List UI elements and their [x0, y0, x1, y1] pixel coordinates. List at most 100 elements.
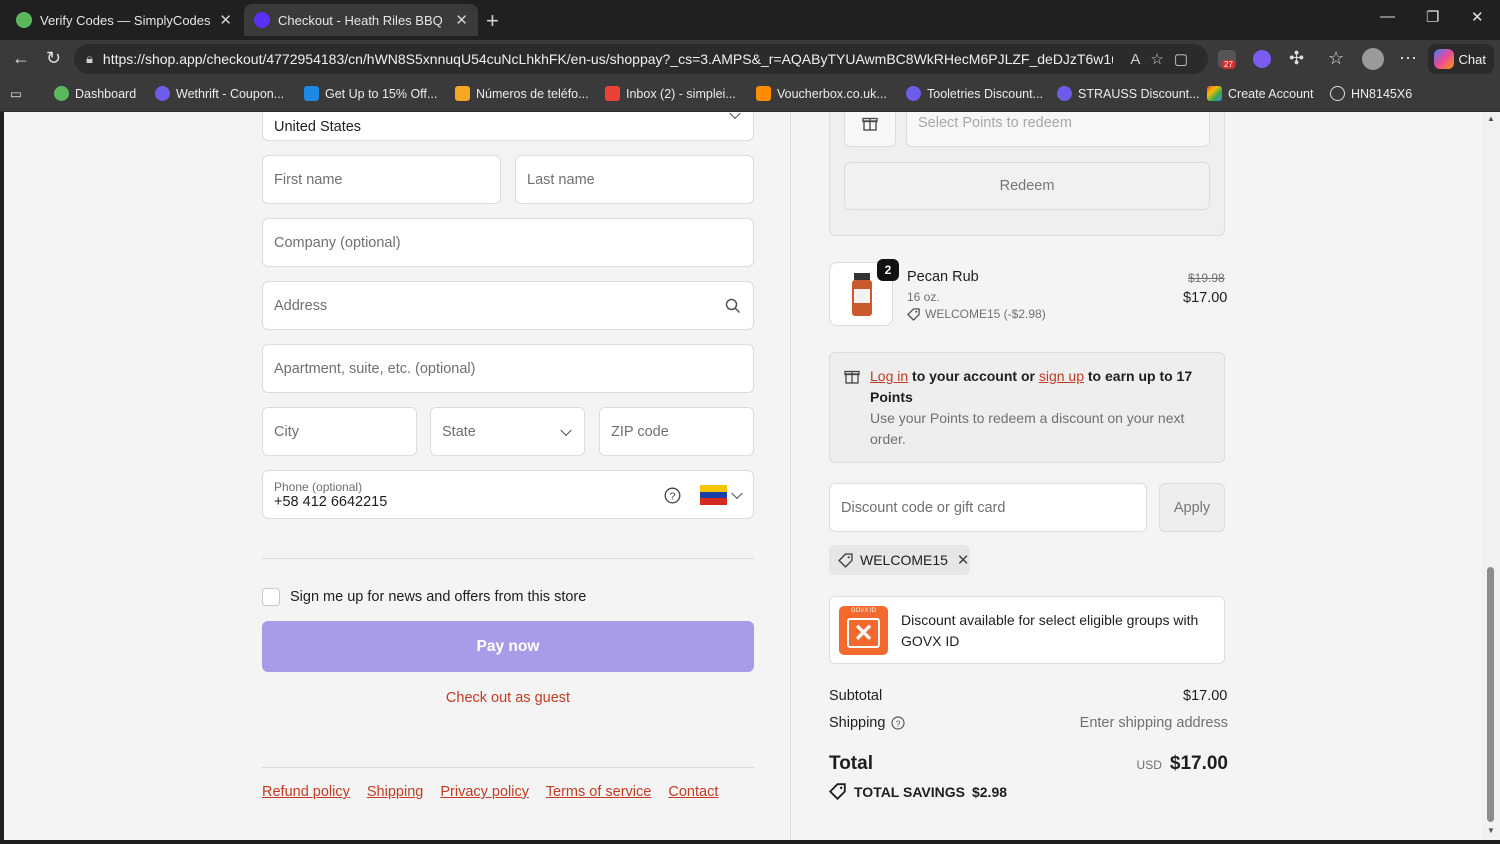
bookmark-get-up-to[interactable]: Get Up to 15% Off...	[304, 86, 437, 101]
last-name-placeholder: Last name	[527, 171, 595, 188]
bookmark-wethrift[interactable]: Wethrift - Coupon...	[155, 86, 284, 101]
svg-text:?: ?	[896, 718, 901, 728]
bookmark-tooletries[interactable]: Tooletries Discount...	[906, 86, 1043, 101]
globe-icon	[1330, 86, 1345, 101]
last-name-input[interactable]: Last name	[515, 155, 754, 204]
applied-discount-chip: WELCOME15 ✕	[829, 545, 970, 575]
city-input[interactable]: City	[262, 407, 417, 456]
company-input[interactable]: Company (optional)	[262, 218, 754, 267]
terms-of-service-link[interactable]: Terms of service	[546, 784, 652, 800]
help-icon[interactable]: ?	[664, 487, 681, 504]
rewards-text: to your account or	[908, 368, 1039, 384]
zip-placeholder: ZIP code	[611, 423, 669, 440]
product-variant: 16 oz.	[907, 290, 940, 304]
product-discount-text: WELCOME15 (-$2.98)	[925, 307, 1046, 321]
bookmark-label: HN8145X6	[1351, 86, 1413, 101]
bookmark-inbox[interactable]: Inbox (2) - simplei...	[605, 86, 736, 101]
divider	[262, 558, 754, 559]
scroll-up-icon[interactable]: ▲	[1487, 114, 1495, 123]
bookmark-dashboard[interactable]: Dashboard	[54, 86, 136, 101]
divider	[262, 767, 754, 768]
redeem-button[interactable]: Redeem	[844, 162, 1210, 210]
rewards-banner: Log in to your account or sign up to ear…	[829, 352, 1225, 463]
contact-link[interactable]: Contact	[668, 784, 718, 800]
bookmark-icon	[455, 86, 470, 101]
extension-icon[interactable]	[1253, 50, 1271, 68]
bookmarks-bar: ▭ Dashboard Wethrift - Coupon... Get Up …	[0, 78, 1500, 112]
phone-input[interactable]: Phone (optional) +58 412 6642215 ?	[262, 470, 754, 519]
shipping-link[interactable]: Shipping	[367, 784, 423, 800]
product-price: $17.00	[1183, 290, 1228, 306]
venezuela-flag-icon[interactable]	[700, 485, 727, 505]
url-text[interactable]: https://shop.app/checkout/4772954183/cn/…	[103, 51, 1113, 67]
window-close-icon[interactable]: ✕	[1471, 8, 1484, 26]
chevron-down-icon[interactable]	[731, 487, 743, 499]
tab-simplycodes[interactable]: Verify Codes — SimplyCodes ✕	[6, 4, 242, 36]
login-link[interactable]: Log in	[870, 368, 908, 384]
new-tab-icon[interactable]: +	[486, 8, 499, 34]
minimize-icon[interactable]: —	[1380, 8, 1395, 25]
points-select[interactable]: Select Points to redeem	[906, 112, 1210, 147]
savings-label: TOTAL SAVINGS	[854, 783, 965, 800]
product-discount: WELCOME15 (-$2.98)	[907, 307, 1046, 321]
copilot-chat-button[interactable]: Chat	[1428, 44, 1494, 74]
refresh-icon[interactable]: ↻	[46, 48, 61, 69]
govx-x-icon: ✕	[847, 618, 880, 648]
guest-checkout-link[interactable]: Check out as guest	[262, 690, 754, 706]
tab-checkout[interactable]: Checkout - Heath Riles BBQ ✕	[244, 4, 478, 36]
checkout-page: United States First name Last name Compa…	[4, 112, 1482, 840]
first-name-placeholder: First name	[274, 171, 343, 188]
site-info-icon[interactable]: 🔒︎	[86, 51, 93, 67]
close-icon[interactable]: ✕	[219, 11, 232, 29]
apply-button[interactable]: Apply	[1159, 483, 1225, 532]
search-icon	[725, 298, 741, 314]
bookmark-label: Inbox (2) - simplei...	[626, 86, 736, 101]
bookmark-voucherbox[interactable]: Voucherbox.co.uk...	[756, 86, 887, 101]
bookmark-numeros[interactable]: Números de teléfo...	[455, 86, 589, 101]
tag-icon	[907, 307, 920, 321]
govx-text: Discount available for select eligible g…	[901, 612, 1199, 649]
scroll-down-icon[interactable]: ▼	[1487, 826, 1495, 835]
pay-now-button[interactable]: Pay now	[262, 621, 754, 672]
back-icon[interactable]: ←	[12, 48, 30, 69]
tag-icon	[829, 783, 846, 800]
address-bar[interactable]: 🔒︎ https://shop.app/checkout/4772954183/…	[74, 44, 1208, 74]
pay-now-label: Pay now	[476, 637, 540, 655]
bookmark-create-account[interactable]: Create Account	[1207, 86, 1313, 101]
total-row: USD $17.00	[1137, 753, 1228, 775]
more-icon[interactable]: ⋯	[1399, 48, 1417, 69]
govx-banner[interactable]: GOVX ID ✕ Discount available for select …	[829, 596, 1225, 664]
refund-policy-link[interactable]: Refund policy	[262, 784, 350, 800]
privacy-policy-link[interactable]: Privacy policy	[440, 784, 529, 800]
first-name-input[interactable]: First name	[262, 155, 501, 204]
zip-input[interactable]: ZIP code	[599, 407, 754, 456]
shipping-row: Shipping ?	[829, 715, 906, 731]
page-scrollbar[interactable]: ▲ ▼	[1482, 112, 1500, 840]
bookmark-hn8145x6[interactable]: HN8145X6	[1330, 86, 1412, 101]
simplycodes-icon	[16, 12, 32, 28]
close-icon[interactable]: ✕	[455, 11, 468, 29]
state-select[interactable]: State	[430, 407, 585, 456]
discount-code-input[interactable]: Discount code or gift card	[829, 483, 1147, 532]
signup-link[interactable]: sign up	[1039, 368, 1084, 384]
remove-discount-icon[interactable]: ✕	[957, 551, 970, 569]
sidebar-toggle-icon[interactable]: ▭	[10, 86, 22, 101]
scrollbar-thumb[interactable]	[1487, 567, 1494, 822]
restore-icon[interactable]: ❐	[1426, 8, 1439, 26]
order-summary: Select Points to redeem Redeem 2 Pecan R…	[790, 112, 1482, 840]
bookmark-strauss[interactable]: STRAUSS Discount...	[1057, 86, 1200, 101]
favorites-icon[interactable]: ☆	[1328, 48, 1344, 69]
shipping-label: Shipping	[829, 715, 886, 731]
newsletter-checkbox[interactable]	[262, 588, 280, 606]
spice-bottle-icon	[852, 273, 872, 316]
help-icon[interactable]: ?	[891, 716, 906, 730]
address-bar-actions[interactable]: A☆▢	[1130, 50, 1198, 68]
country-select[interactable]: United States	[262, 112, 754, 141]
address-input[interactable]: Address	[262, 281, 754, 330]
profile-avatar[interactable]	[1362, 48, 1384, 70]
applied-code: WELCOME15	[860, 552, 948, 568]
apartment-input[interactable]: Apartment, suite, etc. (optional)	[262, 344, 754, 393]
gift-icon	[844, 370, 860, 384]
quantity-badge: 2	[877, 259, 899, 281]
extensions-icon[interactable]: ✣	[1289, 48, 1304, 69]
